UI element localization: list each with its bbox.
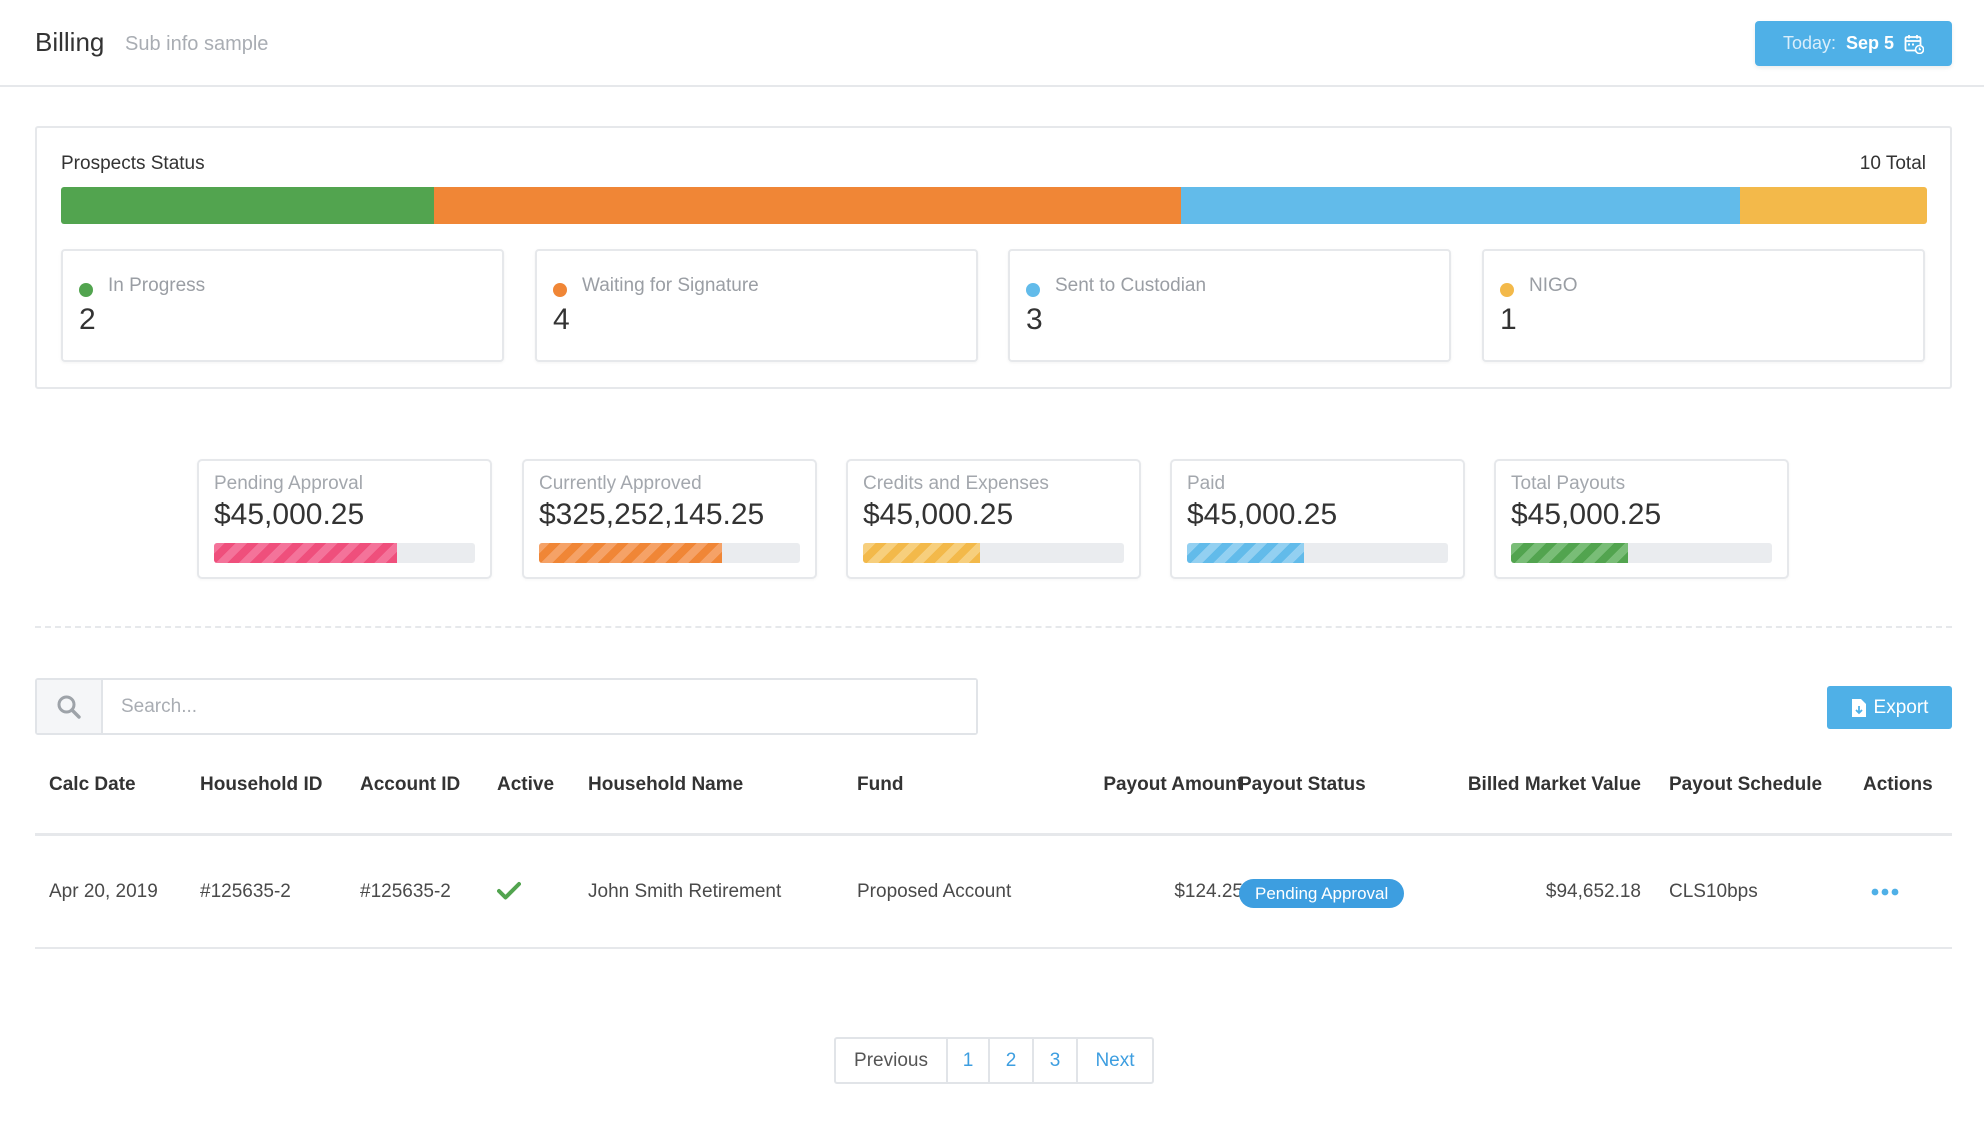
column-header[interactable]: Account ID [360,774,460,796]
metric-progress-fill [214,543,397,563]
page-subtitle: Sub info sample [125,33,269,55]
cell-billed-market-value: $94,652.18 [1545,881,1641,902]
column-header[interactable]: Fund [857,774,903,796]
calendar-icon [1904,34,1925,54]
status-card-sent-to-custodian[interactable]: Sent to Custodian 3 [1008,249,1451,362]
status-dot [553,283,567,297]
status-count: 4 [553,303,570,336]
status-badge: Pending Approval [1239,879,1405,908]
status-card-waiting-for-signature[interactable]: Waiting for Signature 4 [535,249,978,362]
status-label: In Progress [108,275,206,296]
export-button[interactable]: Export [1827,686,1952,729]
cell-household-id: #125635-2 [200,881,291,902]
pagination-previous[interactable]: Previous [836,1039,948,1082]
column-header[interactable]: Household Name [588,774,743,796]
status-label: Waiting for Signature [582,275,759,296]
metric-value: $325,252,145.25 [539,498,765,531]
prospects-total: 10 Total [1859,153,1926,174]
metric-value: $45,000.25 [214,498,365,531]
cell-calc-date: Apr 20, 2019 [49,881,158,902]
metric-value: $45,000.25 [1511,498,1662,531]
column-header[interactable]: Calc Date [49,774,136,796]
column-header: Actions [1863,774,1933,795]
section-divider [35,626,1952,628]
metric-label: Total Payouts [1511,473,1626,494]
stack-segment-nigo [1740,187,1927,224]
metric-progress-fill [1187,543,1305,563]
pagination-page-2[interactable]: 2 [990,1039,1034,1082]
stack-segment-waiting-for-signature [434,187,1181,224]
status-count: 1 [1500,303,1517,336]
page-header: Billing Sub info sample Today: Sep 5 [0,0,1984,87]
search-addon[interactable] [37,680,103,733]
metric-progress-track [1511,543,1772,563]
column-header[interactable]: Active [497,774,554,796]
metric-card-currently-approved: Currently Approved $325,252,145.25 [522,459,817,579]
status-label: Sent to Custodian [1055,275,1207,296]
status-count: 3 [1026,303,1043,336]
status-dot [1500,283,1514,297]
column-header[interactable]: Household ID [200,774,322,796]
metric-progress-track [863,543,1124,563]
status-card-in-progress[interactable]: In Progress 2 [61,249,504,362]
status-label: NIGO [1529,275,1578,296]
status-dot [79,283,93,297]
status-card-nigo[interactable]: NIGO 1 [1482,249,1925,362]
pagination-page-3[interactable]: 3 [1034,1039,1078,1082]
column-header[interactable]: Payout Schedule [1669,774,1822,796]
metric-label: Pending Approval [214,473,363,494]
column-header[interactable]: Billed Market Value [1468,774,1641,796]
metric-progress-fill [539,543,722,563]
cell-payout-schedule: CLS10bps [1669,881,1758,902]
metric-value: $45,000.25 [863,498,1014,531]
metric-progress-track [1187,543,1448,563]
cell-fund: Proposed Account [857,881,1012,902]
metric-label: Paid [1187,473,1226,494]
metric-label: Currently Approved [539,473,702,494]
check-icon [497,882,521,900]
metric-card-paid: Paid $45,000.25 [1170,459,1465,579]
cell-payout-amount: $124.25 [1174,881,1243,902]
metric-value: $45,000.25 [1187,498,1338,531]
status-count: 2 [79,303,96,336]
page-title: Billing [35,27,105,57]
pagination-next[interactable]: Next [1078,1039,1152,1082]
metric-progress-fill [863,543,981,563]
metric-card-credits-and-expenses: Credits and Expenses $45,000.25 [846,459,1141,579]
prospects-stacked-bar [61,187,1927,224]
metric-card-pending-approval: Pending Approval $45,000.25 [197,459,492,579]
prospects-status-title: Prospects Status [61,153,205,174]
cell-account-id: #125635-2 [360,881,451,902]
search-icon [57,695,81,719]
metric-progress-fill [1511,543,1629,563]
stack-segment-sent-to-custodian [1180,187,1741,224]
today-value: Sep 5 [1846,33,1895,53]
metric-progress-track [214,543,475,563]
today-date-button[interactable]: Today: Sep 5 [1755,21,1952,66]
metric-card-total-payouts: Total Payouts $45,000.25 [1494,459,1789,579]
search-input[interactable] [103,680,976,733]
search-group [35,678,978,735]
status-dot [1026,283,1040,297]
metric-label: Credits and Expenses [863,473,1049,494]
ellipsis-icon[interactable] [1870,882,1900,902]
today-label: Today: [1782,33,1836,53]
column-header[interactable]: Payout Status [1239,774,1366,796]
pagination-page-1[interactable]: 1 [948,1039,990,1082]
metric-progress-track [539,543,800,563]
export-label: Export [1873,696,1929,718]
pagination: Previous 1 2 3 Next [834,1037,1154,1084]
table-row[interactable]: Apr 20, 2019 #125635-2 #125635-2 John Sm… [35,836,1952,949]
table-header: Calc Date Household ID Account ID Active… [35,752,1952,836]
prospects-status-panel: Prospects Status 10 Total In Progress 2 … [35,126,1952,389]
column-header[interactable]: Payout Amount [1103,774,1243,796]
file-export-icon [1851,698,1866,717]
status-cards: In Progress 2 Waiting for Signature 4 Se… [61,249,1927,362]
cell-household-name: John Smith Retirement [588,881,782,902]
stack-segment-in-progress [61,187,435,224]
